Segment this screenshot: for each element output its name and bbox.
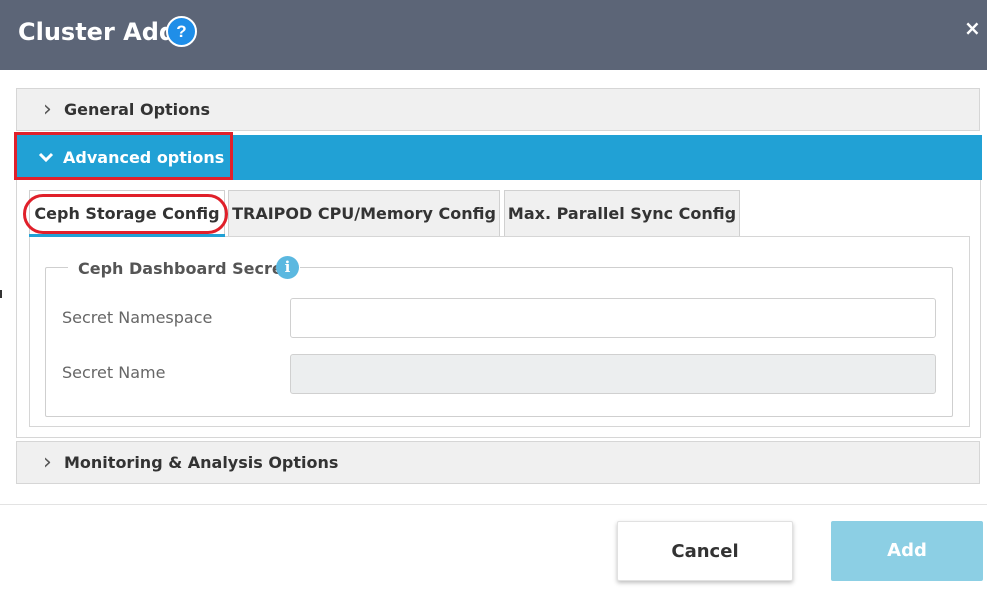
- active-tab-indicator: [29, 234, 225, 237]
- edge-mark: [0, 290, 2, 298]
- secret-namespace-label: Secret Namespace: [62, 308, 213, 327]
- add-button[interactable]: Add: [831, 521, 983, 581]
- highlight-box-advanced: [14, 132, 233, 180]
- section-monitoring-label: Monitoring & Analysis Options: [64, 452, 339, 472]
- chevron-right-icon: ›: [43, 449, 52, 475]
- help-icon[interactable]: ?: [166, 16, 197, 47]
- highlight-oval-ceph-tab: [23, 194, 228, 234]
- ceph-secret-legend: Ceph Dashboard Secret: [68, 258, 301, 280]
- ceph-secret-fieldset: [45, 267, 953, 417]
- section-general-options[interactable]: › General Options: [16, 88, 980, 131]
- secret-name-input: [290, 354, 936, 394]
- section-general-label: General Options: [64, 99, 211, 119]
- dialog-title: Cluster Add: [18, 18, 177, 46]
- tab-max-parallel-sync-config[interactable]: Max. Parallel Sync Config: [504, 190, 740, 236]
- section-monitoring-analysis-options[interactable]: › Monitoring & Analysis Options: [16, 441, 980, 484]
- secret-namespace-input[interactable]: [290, 298, 936, 338]
- close-icon[interactable]: ×: [964, 16, 981, 40]
- chevron-right-icon: ›: [43, 96, 52, 122]
- footer-divider: [0, 504, 987, 505]
- tab-traipod-cpu-memory-config[interactable]: TRAIPOD CPU/Memory Config: [228, 190, 500, 236]
- info-icon[interactable]: i: [276, 256, 299, 279]
- cancel-button[interactable]: Cancel: [617, 521, 793, 581]
- secret-name-label: Secret Name: [62, 363, 166, 382]
